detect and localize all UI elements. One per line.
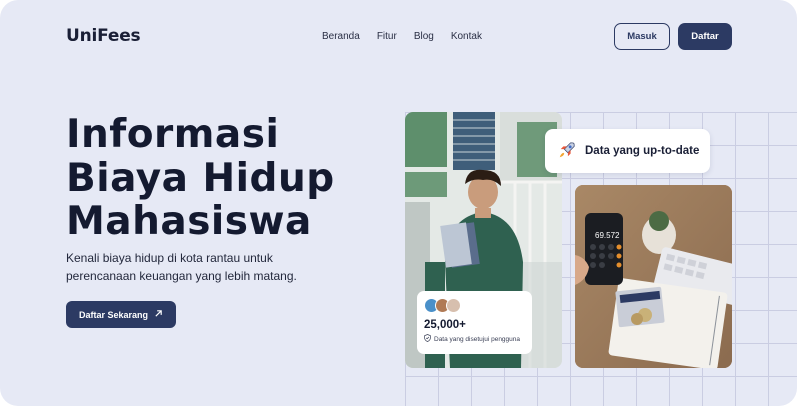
hero-title-line: Biaya Hidup (66, 155, 335, 201)
hero-title: Informasi Biaya Hidup Mahasiswa (66, 113, 386, 244)
main-nav: Beranda Fitur Blog Kontak (322, 31, 499, 42)
hero-title-line: Mahasiswa (66, 199, 312, 244)
users-count: 25,000+ (424, 319, 466, 331)
shield-check-icon (424, 334, 431, 344)
users-caption-text: Data yang disetujui pengguna (434, 335, 521, 343)
signup-button[interactable]: Daftar (678, 23, 732, 50)
nav-link-fitur[interactable]: Fitur (377, 31, 397, 42)
users-stat-card: 25,000+ Data yang disetujui pengguna (417, 291, 532, 354)
cta-label: Daftar Sekarang (78, 309, 149, 320)
login-button[interactable]: Masuk (614, 23, 670, 50)
hero-subtitle: Kenali biaya hidup di kota rantau untuk … (66, 249, 326, 285)
data-update-badge: Data yang up-to-date (545, 129, 710, 173)
avatar (446, 298, 461, 313)
rocket-icon (558, 141, 576, 162)
users-caption: Data yang disetujui pengguna (424, 334, 525, 344)
arrow-up-right-icon (154, 309, 163, 321)
badge-label: Data yang up-to-date (585, 145, 700, 157)
page-frame: UniFees Beranda Fitur Blog Kontak Masuk … (0, 0, 797, 406)
signup-now-button[interactable]: Daftar Sekarang (66, 301, 176, 328)
hero-subtitle-line: Kenali biaya hidup di kota rantau untuk (66, 251, 273, 265)
nav-link-blog[interactable]: Blog (414, 31, 434, 42)
calculator-display: 69.572 (595, 231, 620, 240)
calculator-photo: 69.572 (575, 185, 732, 368)
hero-subtitle-line: perencanaan keuangan yang lebih matang. (66, 269, 297, 283)
nav-link-beranda[interactable]: Beranda (322, 31, 360, 42)
brand-logo[interactable]: UniFees (66, 26, 141, 46)
nav-link-kontak[interactable]: Kontak (451, 31, 482, 42)
hero-title-line: Informasi (66, 112, 280, 157)
user-avatars (424, 298, 525, 313)
